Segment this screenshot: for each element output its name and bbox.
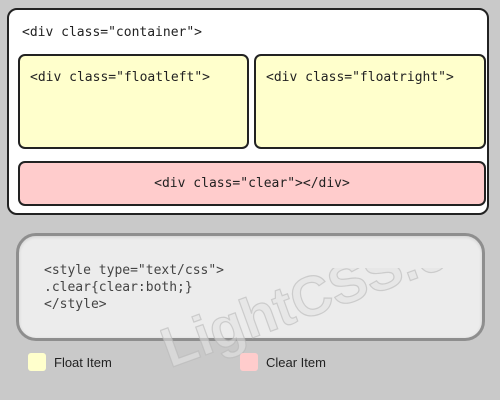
float-color-swatch <box>28 353 46 371</box>
container-div-box: <div class="container"> <div class="floa… <box>7 8 489 215</box>
css-style-line-3: </style> <box>44 297 107 312</box>
css-style-code: <style type="text/css"> .clear{clear:bot… <box>44 262 224 313</box>
float-right-div-label: <div class="floatright"> <box>266 70 454 85</box>
clear-color-swatch <box>240 353 258 371</box>
css-style-box: <style type="text/css"> .clear{clear:bot… <box>16 233 485 341</box>
container-div-label: <div class="container"> <box>22 25 203 40</box>
legend-float-label: Float Item <box>54 354 112 370</box>
css-style-line-1: <style type="text/css"> <box>44 263 225 278</box>
legend-float-item: Float Item <box>28 352 112 372</box>
clear-div-box: <div class="clear"></div> <box>18 161 486 206</box>
float-left-div-box: <div class="floatleft"> <box>18 54 249 149</box>
css-style-line-2: .clear{clear:both;} <box>44 280 193 295</box>
float-left-div-label: <div class="floatleft"> <box>30 70 211 85</box>
float-right-div-box: <div class="floatright"> <box>254 54 486 149</box>
legend-clear-item: Clear Item <box>240 352 326 372</box>
clear-div-label: <div class="clear"></div> <box>154 176 350 191</box>
legend-clear-label: Clear Item <box>266 354 326 370</box>
